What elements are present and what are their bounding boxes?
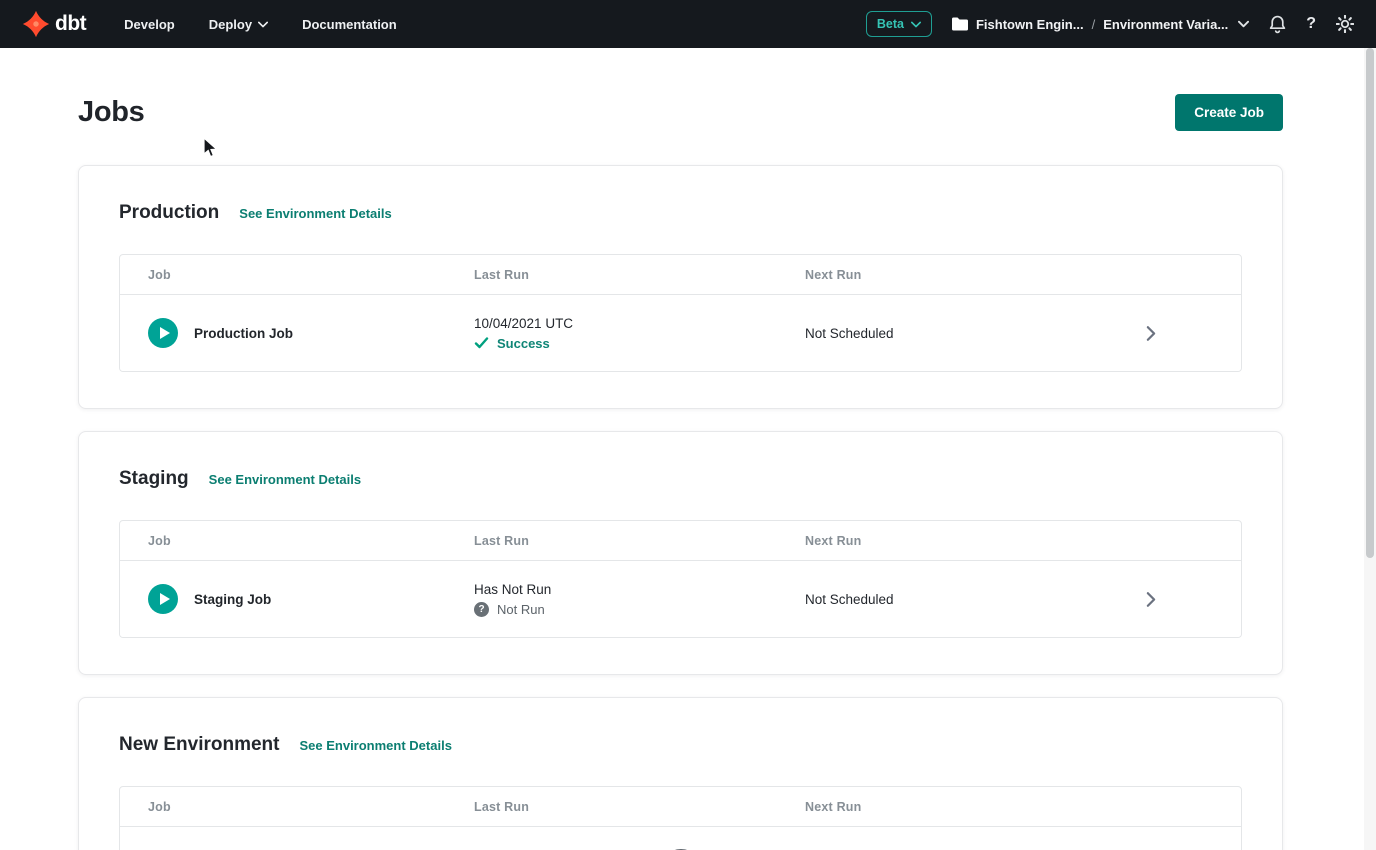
environment-card: Production See Environment Details Job L… (78, 165, 1283, 409)
column-header: Last Run (474, 800, 805, 814)
next-run: Not Scheduled (805, 326, 1061, 341)
beta-badge-label: Beta (877, 17, 904, 31)
breadcrumb-project[interactable]: Fishtown Engin... (976, 17, 1084, 32)
environment-details-link[interactable]: See Environment Details (239, 206, 391, 221)
jobs-table: Job Last Run Next Run Staging Job Has No… (119, 520, 1242, 638)
create-job-button[interactable]: Create Job (1175, 94, 1283, 131)
breadcrumb-separator: / (1092, 17, 1096, 32)
nav-item-develop[interactable]: Develop (124, 17, 175, 32)
empty-state: ? (120, 827, 1241, 850)
environments: Production See Environment Details Job L… (78, 165, 1283, 850)
help-icon[interactable]: ? (1306, 15, 1316, 33)
chevron-down-icon (911, 21, 921, 28)
environment-name: New Environment (119, 734, 279, 756)
dbt-logo[interactable]: dbt (22, 10, 86, 38)
notifications-bell-icon[interactable] (1269, 15, 1286, 34)
column-header: Next Run (805, 268, 1061, 282)
last-run-status-label: Not Run (497, 602, 545, 617)
environment-card: Staging See Environment Details Job Last… (78, 431, 1283, 675)
table-header-row: Job Last Run Next Run (120, 255, 1241, 295)
environment-name: Production (119, 202, 219, 224)
settings-gear-icon[interactable] (1336, 15, 1354, 33)
chevron-down-icon (258, 20, 268, 28)
environment-details-link[interactable]: See Environment Details (299, 738, 451, 753)
top-navbar: dbt Develop Deploy Documentation Beta Fi… (0, 0, 1376, 48)
column-header: Job (148, 534, 474, 548)
column-header: Last Run (474, 534, 805, 548)
run-job-play-button[interactable] (148, 584, 178, 614)
dbt-logo-icon (22, 10, 50, 38)
chevron-right-icon[interactable] (1061, 591, 1241, 608)
job-row[interactable]: Staging Job Has Not Run ? Not Run Not Sc… (120, 561, 1241, 637)
breadcrumb-current[interactable]: Environment Varia... (1103, 17, 1228, 32)
environment-details-link[interactable]: See Environment Details (209, 472, 361, 487)
table-body: Production Job 10/04/2021 UTC ? Success … (120, 295, 1241, 371)
page-title: Jobs (78, 96, 145, 129)
folder-icon (952, 17, 968, 31)
last-run-primary: 10/04/2021 UTC (474, 316, 805, 331)
scrollbar-track[interactable] (1364, 48, 1376, 850)
nav-item-documentation-label: Documentation (302, 17, 397, 32)
last-run-cell: Has Not Run ? Not Run (474, 582, 805, 617)
job-name[interactable]: Production Job (194, 326, 293, 341)
last-run-status-label: Success (497, 336, 550, 351)
table-body: Staging Job Has Not Run ? Not Run Not Sc… (120, 561, 1241, 637)
column-header: Next Run (805, 800, 1061, 814)
breadcrumb[interactable]: Fishtown Engin... / Environment Varia... (952, 17, 1249, 32)
table-header-row: Job Last Run Next Run (120, 787, 1241, 827)
last-run-primary: Has Not Run (474, 582, 805, 597)
column-header: Last Run (474, 268, 805, 282)
question-circle-icon: ? (474, 602, 489, 617)
run-job-play-button[interactable] (148, 318, 178, 348)
jobs-table: Job Last Run Next Run Production Job 10/… (119, 254, 1242, 372)
primary-nav: Develop Deploy Documentation (124, 17, 397, 32)
column-header: Job (148, 800, 474, 814)
nav-item-deploy[interactable]: Deploy (209, 17, 268, 32)
column-header: Job (148, 268, 474, 282)
environment-card: New Environment See Environment Details … (78, 697, 1283, 850)
last-run-cell: 10/04/2021 UTC ? Success (474, 316, 805, 351)
jobs-table: Job Last Run Next Run ? (119, 786, 1242, 850)
column-header: Next Run (805, 534, 1061, 548)
job-row[interactable]: Production Job 10/04/2021 UTC ? Success … (120, 295, 1241, 371)
next-run: Not Scheduled (805, 592, 1061, 607)
dbt-logo-text: dbt (55, 12, 86, 36)
nav-item-develop-label: Develop (124, 17, 175, 32)
nav-item-deploy-label: Deploy (209, 17, 252, 32)
play-icon (160, 327, 170, 339)
nav-item-documentation[interactable]: Documentation (302, 17, 397, 32)
scrollbar-thumb[interactable] (1366, 48, 1374, 558)
main-content: Jobs Create Job Production See Environme… (0, 94, 1376, 850)
check-icon (474, 337, 489, 349)
environment-name: Staging (119, 468, 189, 490)
job-name[interactable]: Staging Job (194, 592, 271, 607)
chevron-down-icon[interactable] (1238, 20, 1249, 28)
beta-badge[interactable]: Beta (866, 11, 932, 37)
table-header-row: Job Last Run Next Run (120, 521, 1241, 561)
play-icon (160, 593, 170, 605)
chevron-right-icon[interactable] (1061, 325, 1241, 342)
